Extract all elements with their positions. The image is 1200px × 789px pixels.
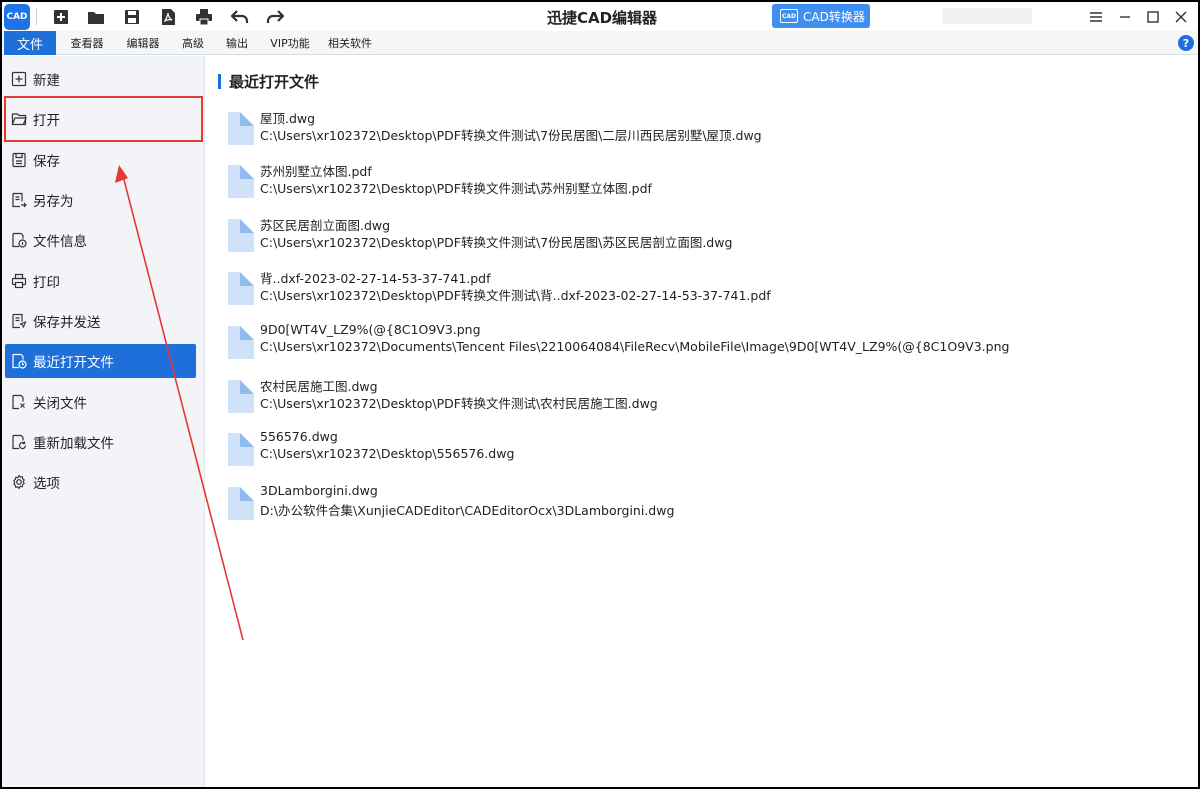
- sidebar-item-save-send[interactable]: 保存并发送: [5, 304, 196, 338]
- sidebar-item-label: 打印: [33, 275, 60, 291]
- save-send-icon: [12, 313, 27, 329]
- file-sidebar: 新建 打开 保存 另存为 文件信息 打印 保存并发送 最近打开文件 关闭文件 重…: [2, 56, 205, 787]
- section-title: 最近打开文件: [218, 71, 319, 91]
- cad-converter-icon: CAD: [780, 9, 798, 23]
- file-name: 556576.dwg: [260, 429, 338, 444]
- tab-related-software[interactable]: 相关软件: [324, 31, 376, 55]
- file-path: C:\Users\xr102372\Desktop\PDF转换文件测试\7份民居…: [260, 235, 733, 250]
- file-icon: [228, 487, 254, 520]
- recent-file-item[interactable]: 农村民居施工图.dwg C:\Users\xr102372\Desktop\PD…: [228, 376, 1128, 422]
- file-icon: [228, 219, 254, 252]
- tab-advanced[interactable]: 高级: [176, 31, 210, 55]
- recent-files-icon: [12, 353, 27, 369]
- file-path: C:\Users\xr102372\Desktop\PDF转换文件测试\苏州别墅…: [260, 181, 652, 196]
- sidebar-item-label: 保存: [33, 154, 60, 170]
- tab-editor[interactable]: 编辑器: [120, 31, 166, 55]
- sidebar-item-save-as[interactable]: 另存为: [5, 183, 196, 217]
- app-window: CAD 迅捷CAD编辑器 CAD CAD转换器 文件 查看器 编辑器 高级 输出…: [2, 2, 1198, 787]
- sidebar-item-new[interactable]: 新建: [5, 62, 196, 96]
- gear-icon: [13, 474, 25, 490]
- help-icon[interactable]: ?: [1178, 35, 1194, 51]
- print-icon[interactable]: [193, 6, 215, 28]
- minimize-icon[interactable]: [1113, 5, 1137, 29]
- recent-file-item[interactable]: 苏区民居剖立面图.dwg C:\Users\xr102372\Desktop\P…: [228, 215, 1128, 261]
- sidebar-item-save[interactable]: 保存: [5, 143, 196, 177]
- redo-icon[interactable]: [264, 6, 286, 28]
- sidebar-item-close-file[interactable]: 关闭文件: [5, 385, 196, 419]
- sidebar-item-label: 新建: [33, 73, 60, 89]
- recent-file-item[interactable]: 3DLamborgini.dwg D:\办公软件合集\XunjieCADEdit…: [228, 483, 1128, 529]
- tab-viewer[interactable]: 查看器: [64, 31, 110, 55]
- maximize-icon[interactable]: [1141, 5, 1165, 29]
- tab-file[interactable]: 文件: [4, 31, 56, 55]
- sidebar-item-options[interactable]: 选项: [5, 465, 196, 499]
- recent-file-item[interactable]: 556576.dwg C:\Users\xr102372\Desktop\556…: [228, 429, 1128, 475]
- save-as-icon: [12, 192, 27, 208]
- sidebar-item-print[interactable]: 打印: [5, 264, 196, 298]
- menu-icon[interactable]: [1084, 5, 1108, 29]
- sidebar-item-label: 重新加载文件: [33, 436, 114, 452]
- print-icon: [11, 273, 27, 289]
- sidebar-item-file-info[interactable]: 文件信息: [5, 223, 196, 257]
- reload-file-icon: [12, 434, 27, 450]
- file-path: C:\Users\xr102372\Desktop\556576.dwg: [260, 446, 515, 461]
- cad-converter-label: CAD转换器: [803, 9, 865, 24]
- sidebar-item-open[interactable]: 打开: [5, 102, 196, 136]
- recent-file-item[interactable]: 屋顶.dwg C:\Users\xr102372\Desktop\PDF转换文件…: [228, 108, 1128, 154]
- recent-file-item[interactable]: 背..dxf-2023-02-27-14-53-37-741.pdf C:\Us…: [228, 268, 1128, 314]
- title-accent-bar: [218, 73, 221, 89]
- close-file-icon: [12, 394, 25, 410]
- recent-files-title: 最近打开文件: [229, 72, 320, 91]
- sidebar-item-label: 最近打开文件: [33, 355, 114, 371]
- close-icon[interactable]: [1169, 5, 1193, 29]
- open-icon: [11, 113, 27, 126]
- undo-icon[interactable]: [229, 6, 251, 28]
- recent-file-item[interactable]: 苏州别墅立体图.pdf C:\Users\xr102372\Desktop\PD…: [228, 161, 1128, 207]
- menu-bar: 文件 查看器 编辑器 高级 输出 VIP功能 相关软件 ?: [2, 31, 1198, 55]
- sidebar-item-label: 选项: [33, 476, 60, 492]
- file-name: 9D0[WT4V_LZ9%(@{8C1O9V3.png: [260, 322, 481, 337]
- tab-vip[interactable]: VIP功能: [264, 31, 316, 55]
- file-icon: [228, 112, 254, 145]
- file-icon: [228, 433, 254, 466]
- sidebar-item-label: 保存并发送: [33, 315, 101, 331]
- app-logo-icon: CAD: [4, 4, 30, 30]
- file-path: C:\Users\xr102372\Documents\Tencent File…: [260, 339, 1010, 354]
- save-icon: [12, 152, 26, 168]
- blurred-region: [942, 8, 1032, 24]
- toolbar-divider: [36, 8, 37, 25]
- sidebar-item-label: 另存为: [33, 194, 74, 210]
- file-icon: [228, 326, 254, 359]
- file-icon: [228, 380, 254, 413]
- sidebar-item-label: 文件信息: [33, 234, 87, 250]
- recent-files-panel: 最近打开文件 屋顶.dwg C:\Users\xr102372\Desktop\…: [206, 56, 1198, 787]
- new-icon: [11, 71, 27, 87]
- file-path: D:\办公软件合集\XunjieCADEditor\CADEditorOcx\3…: [260, 503, 675, 518]
- sidebar-item-label: 关闭文件: [33, 396, 87, 412]
- tab-output[interactable]: 输出: [220, 31, 254, 55]
- sidebar-item-recent-files[interactable]: 最近打开文件: [5, 344, 196, 378]
- new-file-icon[interactable]: [50, 6, 72, 28]
- file-icon: [228, 165, 254, 198]
- window-title: 迅捷CAD编辑器: [546, 9, 658, 27]
- file-path: C:\Users\xr102372\Desktop\PDF转换文件测试\7份民居…: [260, 128, 762, 143]
- file-icon: [228, 272, 254, 305]
- file-info-icon: [12, 232, 27, 248]
- file-path: C:\Users\xr102372\Desktop\PDF转换文件测试\农村民居…: [260, 396, 658, 411]
- save-disk-icon[interactable]: [121, 6, 143, 28]
- pdf-export-icon[interactable]: [157, 6, 179, 28]
- title-bar: CAD 迅捷CAD编辑器 CAD CAD转换器: [2, 2, 1198, 31]
- sidebar-item-reload-file[interactable]: 重新加载文件: [5, 425, 196, 459]
- file-path: C:\Users\xr102372\Desktop\PDF转换文件测试\背..d…: [260, 288, 771, 303]
- file-name: 3DLamborgini.dwg: [260, 483, 378, 498]
- recent-file-item[interactable]: 9D0[WT4V_LZ9%(@{8C1O9V3.png C:\Users\xr1…: [228, 322, 1128, 368]
- cad-converter-button[interactable]: CAD CAD转换器: [772, 4, 870, 28]
- sidebar-item-label: 打开: [33, 113, 60, 129]
- open-folder-icon[interactable]: [85, 6, 107, 28]
